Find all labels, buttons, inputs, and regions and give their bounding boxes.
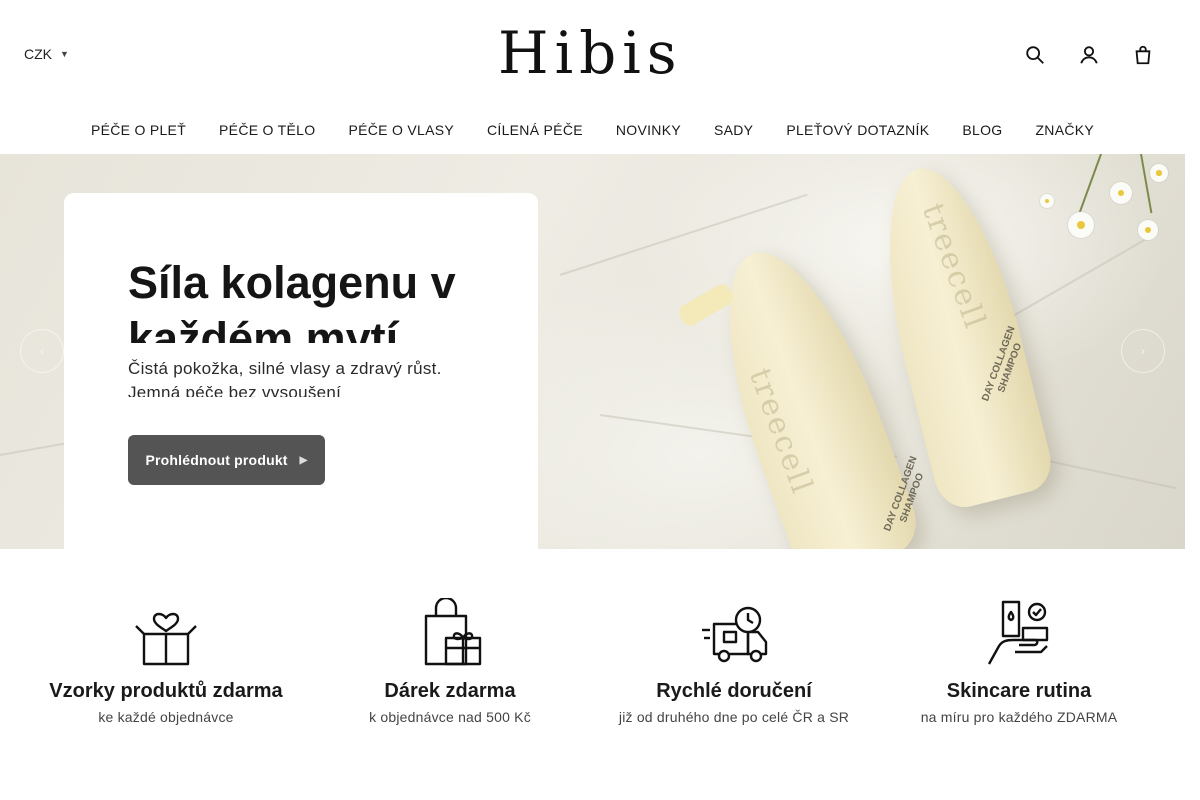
chevron-down-icon: ▼	[60, 49, 69, 59]
benefit-skincare-routine: Skincare rutina na míru pro každého ZDAR…	[877, 598, 1161, 725]
benefits-strip: Vzorky produktů zdarma ke každé objednáv…	[0, 598, 1200, 738]
view-product-button[interactable]: Prohlédnout produkt ▶	[128, 435, 325, 485]
slider-next-button[interactable]: ›	[1121, 329, 1165, 373]
currency-selector[interactable]: CZK ▼	[24, 46, 69, 62]
nav-item-skin-quiz[interactable]: PLEŤOVÝ DOTAZNÍK	[770, 118, 946, 144]
view-product-label: Prohlédnout produkt	[145, 452, 288, 468]
hero-title: Síla kolagenu v každém mytí	[128, 257, 456, 343]
nav-item-skin-care[interactable]: PÉČE O PLEŤ	[74, 118, 202, 144]
hero-card: Síla kolagenu v každém mytí Čistá pokožk…	[64, 193, 538, 549]
benefit-fast-delivery: Rychlé doručení již od druhého dne po ce…	[592, 598, 876, 725]
nav-item-body-care[interactable]: PÉČE O TĚLO	[203, 118, 332, 144]
shopping-bag-gift-icon	[424, 598, 482, 666]
site-header: CZK ▼ Hibis	[0, 0, 1200, 110]
user-icon	[1080, 46, 1098, 64]
nav-item-blog[interactable]: BLOG	[946, 118, 1019, 144]
nav-item-new[interactable]: NOVINKY	[599, 118, 697, 144]
benefit-title: Vzorky produktů zdarma	[49, 680, 283, 702]
benefit-title: Dárek zdarma	[384, 680, 516, 702]
hero-subtitle: Čistá pokožka, silné vlasy a zdravý růst…	[128, 359, 442, 397]
header-actions	[1022, 42, 1156, 68]
benefit-desc: ke každé objednávce	[98, 709, 234, 725]
arrow-right-icon: ▶	[299, 454, 308, 466]
benefit-title: Skincare rutina	[946, 680, 1092, 702]
account-button[interactable]	[1076, 42, 1102, 68]
benefit-desc: na míru pro každého ZDARMA	[920, 709, 1118, 725]
logo-text: Hibis	[498, 19, 683, 87]
hero-banner: treecell DAY COLLAGEN SHAMPOO treecell D…	[0, 154, 1185, 549]
main-navigation: PÉČE O PLEŤ PÉČE O TĚLO PÉČE O VLASY CÍL…	[0, 118, 1185, 144]
delivery-truck-icon	[702, 606, 768, 663]
currency-label: CZK	[24, 46, 52, 62]
nav-item-hair-care[interactable]: PÉČE O VLASY	[332, 118, 471, 144]
search-icon	[1026, 46, 1044, 64]
site-logo[interactable]: Hibis	[498, 22, 684, 84]
benefit-desc: již od druhého dne po celé ČR a SR	[618, 709, 850, 725]
benefit-free-gift: Dárek zdarma k objednávce nad 500 Kč	[308, 598, 592, 725]
skincare-hand-icon	[987, 600, 1049, 665]
chevron-right-icon: ›	[1141, 344, 1145, 358]
chevron-left-icon: ‹	[40, 344, 44, 358]
benefit-desc: k objednávce nad 500 Kč	[369, 709, 531, 725]
cart-icon	[1135, 45, 1151, 65]
slider-prev-button[interactable]: ‹	[20, 329, 64, 373]
nav-item-sets[interactable]: SADY	[698, 118, 770, 144]
benefit-free-samples: Vzorky produktů zdarma ke každé objednáv…	[24, 598, 308, 725]
benefit-title: Rychlé doručení	[656, 680, 812, 702]
cart-button[interactable]	[1130, 42, 1156, 68]
search-button[interactable]	[1022, 42, 1048, 68]
nav-item-targeted-care[interactable]: CÍLENÁ PÉČE	[470, 118, 599, 144]
gift-box-heart-icon	[135, 612, 197, 666]
nav-item-brands[interactable]: ZNAČKY	[1019, 118, 1111, 144]
